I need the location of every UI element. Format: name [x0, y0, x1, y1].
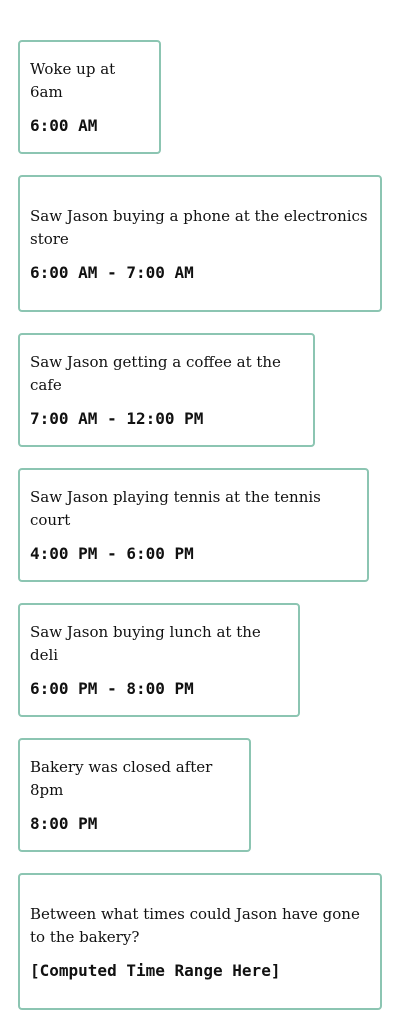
question-text: Between what times could Jason have gone… — [30, 904, 360, 946]
event-card-cafe: Saw Jason getting a coffee at the cafe 7… — [18, 333, 315, 447]
event-card-tennis-court: Saw Jason playing tennis at the tennis c… — [18, 468, 369, 582]
event-description: Woke up at 6am — [30, 60, 116, 101]
event-time: 7:00 AM - 12:00 PM — [30, 409, 204, 428]
event-card-bakery-closed: Bakery was closed after 8pm 8:00 PM — [18, 738, 251, 852]
event-card-electronics-store: Saw Jason buying a phone at the electron… — [18, 175, 382, 312]
computed-time-range: [Computed Time Range Here] — [30, 960, 281, 980]
event-description: Saw Jason buying a phone at the electron… — [30, 206, 368, 248]
event-time: 6:00 PM - 8:00 PM — [30, 679, 194, 698]
event-card-wake-up: Woke up at 6am 6:00 AM — [18, 40, 161, 154]
event-description: Saw Jason buying lunch at the deli — [30, 623, 261, 664]
event-card-deli: Saw Jason buying lunch at the deli 6:00 … — [18, 603, 300, 717]
event-description: Saw Jason playing tennis at the tennis c… — [30, 488, 321, 529]
event-description: Bakery was closed after 8pm — [30, 758, 213, 799]
event-time: 8:00 PM — [30, 814, 98, 833]
event-time: 4:00 PM - 6:00 PM — [30, 544, 194, 563]
event-description: Saw Jason getting a coffee at the cafe — [30, 353, 281, 394]
question-card: Between what times could Jason have gone… — [18, 873, 382, 1010]
event-time: 6:00 AM — [30, 116, 98, 135]
event-time: 6:00 AM - 7:00 AM — [30, 262, 194, 282]
timeline-card-list: Woke up at 6am 6:00 AM Saw Jason buying … — [18, 40, 382, 1010]
